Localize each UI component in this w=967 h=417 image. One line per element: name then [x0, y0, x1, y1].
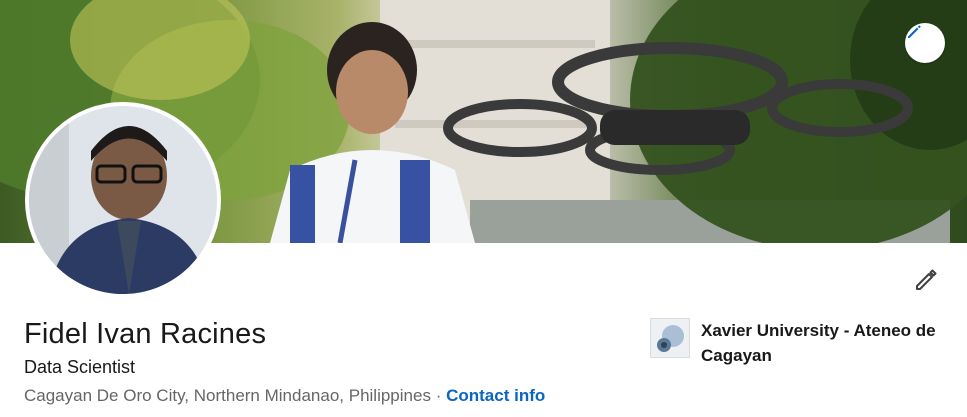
- profile-name: Fidel Ivan Racines: [24, 318, 267, 350]
- profile-location: Cagayan De Oro City, Northern Mindanao, …: [24, 386, 431, 405]
- edit-cover-button[interactable]: [905, 23, 945, 63]
- school-name: Xavier University - Ateneo de Cagayan: [701, 321, 936, 365]
- contact-info-link[interactable]: Contact info: [446, 386, 545, 405]
- profile-headline: Data Scientist: [24, 357, 136, 377]
- education-entry[interactable]: Xavier University - Ateneo de Cagayan: [650, 318, 950, 368]
- edit-intro-button[interactable]: [910, 266, 942, 298]
- avatar[interactable]: [25, 102, 221, 298]
- pencil-icon: [913, 267, 939, 298]
- avatar-photo: [29, 106, 217, 294]
- separator-dot: ·: [435, 386, 442, 405]
- school-logo: [650, 318, 690, 358]
- location-line: Cagayan De Oro City, Northern Mindanao, …: [24, 386, 545, 406]
